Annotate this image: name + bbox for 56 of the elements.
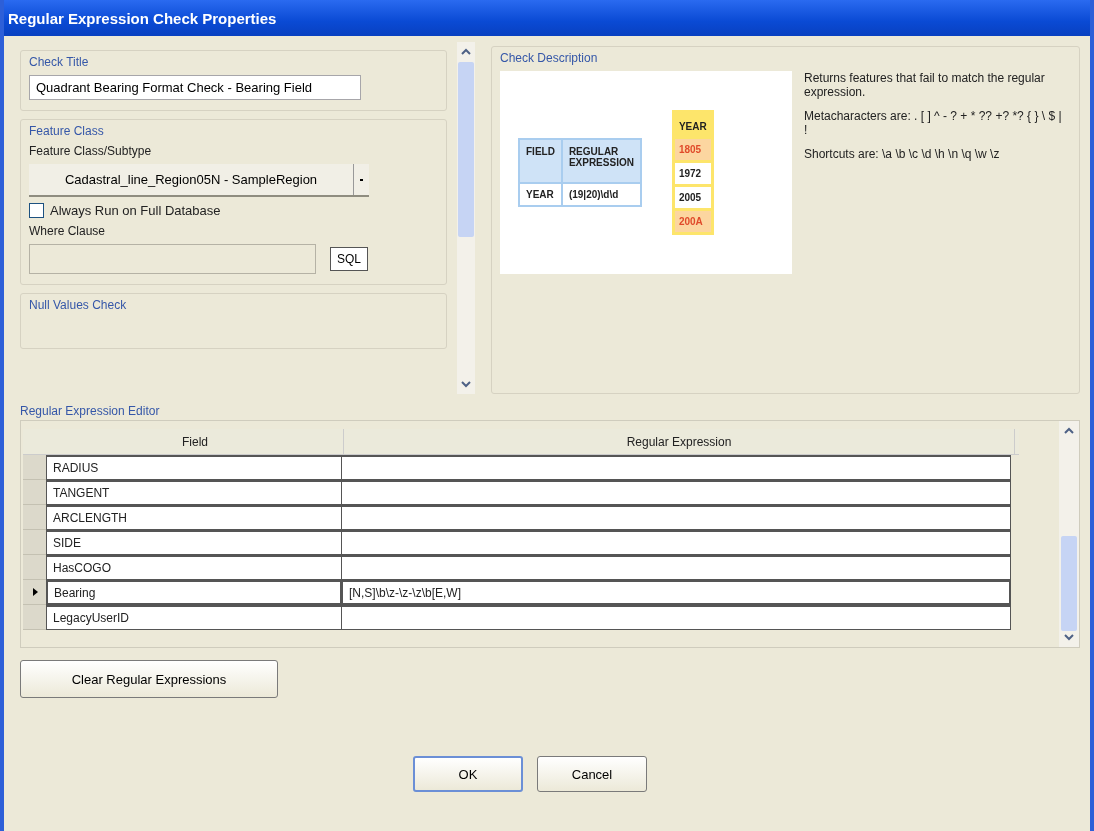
section-label: Regular Expression Editor (20, 404, 161, 418)
table-cell[interactable] (341, 480, 1011, 505)
checkbox-label: Always Run on Full Database (50, 203, 221, 218)
field-label: Where Clause (29, 224, 107, 238)
year-value: 2005 (674, 187, 711, 208)
table-cell: (19|20)\d\d (562, 184, 640, 205)
description-text: Metacharacters are: . [ ] ^ - ? + * ?? +? *? { } \ $ | ! (804, 109, 1063, 137)
table-cell[interactable]: LegacyUserID (46, 605, 342, 630)
table-cell[interactable]: Bearing (46, 580, 342, 605)
year-value: 200A (674, 211, 711, 232)
group-label: Null Values Check (29, 298, 128, 312)
table-header: REGULAR EXPRESSION (562, 140, 640, 182)
scrollbar-thumb[interactable] (1061, 536, 1077, 631)
year-value: 1972 (674, 163, 711, 184)
table-cell[interactable] (341, 455, 1011, 480)
table-cell[interactable]: TANGENT (46, 480, 342, 505)
table-header: FIELD (520, 140, 561, 182)
scrollbar-thumb[interactable] (458, 62, 474, 237)
where-clause-field[interactable] (29, 244, 316, 274)
clear-button[interactable]: Clear Regular Expressions (20, 660, 278, 698)
subtype-dropdown[interactable]: Cadastral_line_Region05N - SampleRegion (29, 164, 353, 195)
current-row-icon (32, 588, 38, 596)
scroll-up-icon[interactable] (1064, 427, 1074, 435)
table-cell[interactable]: [N,S]\b\z-\z-\z\b[E,W] (341, 580, 1011, 605)
dialog-button[interactable]: Cancel (537, 756, 647, 792)
checkbox[interactable] (29, 203, 44, 218)
table-cell: YEAR (520, 184, 561, 205)
table-cell[interactable] (341, 530, 1011, 555)
description-text: Returns features that fail to match the regular expression. (804, 71, 1046, 99)
table-cell[interactable] (341, 505, 1011, 530)
scroll-down-icon[interactable] (461, 380, 471, 388)
table-cell[interactable] (341, 555, 1011, 580)
column-header: YEAR (677, 120, 708, 134)
window-title: Regular Expression Check Properties (4, 0, 1090, 36)
table-cell[interactable]: RADIUS (46, 455, 342, 480)
description-text: Shortcuts are: \a \b \c \d \h \n \q \w \z (804, 147, 1001, 161)
table-cell[interactable]: SIDE (46, 530, 342, 555)
sql-button[interactable]: SQL (330, 247, 368, 271)
scroll-up-icon[interactable] (461, 48, 471, 56)
field-label: Feature Class/Subtype (29, 144, 153, 158)
scrollbar[interactable] (1059, 421, 1079, 647)
group-label: Feature Class (29, 124, 105, 138)
group-label: Check Description (500, 51, 599, 65)
table-cell[interactable]: ARCLENGTH (46, 505, 342, 530)
scroll-down-icon[interactable] (1064, 633, 1074, 641)
year-value: 1805 (674, 139, 711, 160)
group-label: Check Title (29, 55, 90, 69)
table-cell[interactable]: HasCOGO (46, 555, 342, 580)
table-cell[interactable] (341, 605, 1011, 630)
row-header[interactable] (23, 580, 47, 605)
title-field[interactable]: Quadrant Bearing Format Check - Bearing Field (29, 75, 361, 100)
column-header[interactable]: Regular Expression (344, 429, 1015, 454)
dash-icon (360, 178, 363, 181)
scrollbar[interactable] (457, 42, 475, 394)
column-header[interactable]: Field (47, 429, 344, 454)
dialog-button[interactable]: OK (413, 756, 523, 792)
